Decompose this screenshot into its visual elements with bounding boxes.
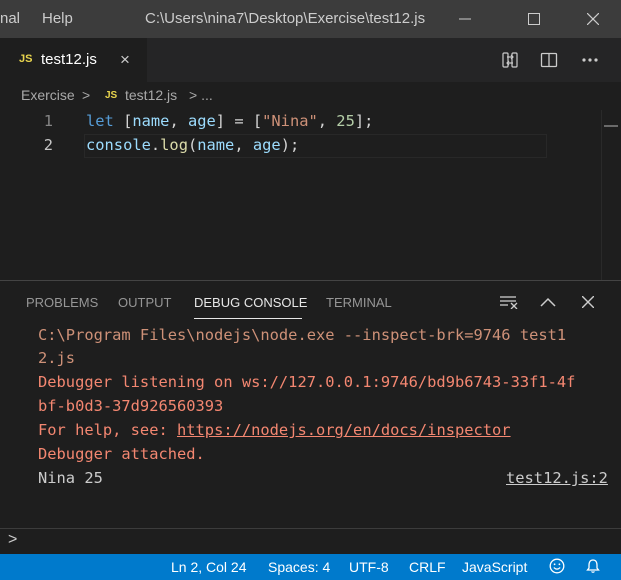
tab-debug-console[interactable]: DEBUG CONSOLE — [194, 295, 307, 310]
tab-close-icon[interactable]: × — [120, 50, 130, 70]
breadcrumb-folder[interactable]: Exercise — [21, 87, 75, 103]
more-actions-button[interactable] — [578, 48, 602, 72]
notifications-button[interactable] — [585, 558, 601, 577]
window-title: C:\Users\nina7\Desktop\Exercise\test12.j… — [145, 10, 426, 27]
split-editor-button[interactable] — [537, 48, 561, 72]
close-icon — [582, 296, 594, 308]
console-line: C:\Program Files\nodejs\node.exe --inspe… — [38, 326, 567, 344]
editor-tab-bar: JS test12.js × — [0, 38, 621, 82]
inspector-docs-link[interactable]: https://nodejs.org/en/docs/inspector — [177, 421, 511, 439]
end-of-line[interactable]: CRLF — [409, 559, 446, 575]
bell-icon — [586, 559, 600, 573]
console-line: Debugger listening on ws://127.0.0.1:974… — [38, 373, 576, 391]
code-text: let [name, age] = ["Nina", 25]; — [86, 112, 374, 130]
tab-output[interactable]: OUTPUT — [118, 295, 171, 310]
console-line: 2.js — [38, 349, 76, 367]
tab-terminal[interactable]: TERMINAL — [326, 295, 392, 310]
menu-item-help[interactable]: Help — [42, 10, 73, 27]
open-changes-button[interactable] — [498, 48, 522, 72]
clear-all-icon — [500, 296, 518, 309]
status-bar: Ln 2, Col 24 Spaces: 4 UTF-8 CRLF JavaSc… — [0, 554, 621, 580]
title-bar: nal Help C:\Users\nina7\Desktop\Exercise… — [0, 0, 621, 38]
close-panel-button[interactable] — [577, 291, 599, 313]
indentation-setting[interactable]: Spaces: 4 — [268, 559, 330, 575]
close-icon — [587, 13, 599, 25]
tab-problems[interactable]: PROBLEMS — [26, 295, 98, 310]
console-line: For help, see: https://nodejs.org/en/doc… — [38, 421, 511, 439]
console-line: Debugger attached. — [38, 445, 205, 463]
clear-console-button[interactable] — [498, 291, 520, 313]
javascript-file-icon: JS — [19, 53, 33, 65]
repl-prompt-icon: > — [8, 531, 18, 548]
maximize-button[interactable] — [511, 0, 557, 38]
split-editor-icon — [540, 52, 558, 68]
code-text: console.log(name, age); — [86, 136, 300, 154]
compare-changes-icon — [502, 52, 518, 68]
smiley-icon — [549, 558, 565, 574]
breadcrumb-symbols[interactable]: > ... — [189, 87, 213, 103]
ellipsis-icon — [582, 58, 598, 62]
breadcrumb-file[interactable]: test12.js — [125, 87, 177, 103]
breadcrumb: Exercise > JS test12.js > ... — [0, 82, 621, 110]
line-number: 2 — [43, 136, 53, 154]
chevron-right-icon: > — [82, 87, 91, 103]
language-mode[interactable]: JavaScript — [462, 559, 527, 575]
console-line: bf-b0d3-37d926560393 — [38, 397, 224, 415]
code-line: 1 let [name, age] = ["Nina", 25]; — [0, 110, 621, 134]
maximize-panel-button[interactable] — [537, 291, 559, 313]
javascript-file-icon: JS — [105, 90, 118, 101]
editor-tab-test12[interactable]: JS test12.js × — [0, 38, 147, 82]
chevron-up-icon — [540, 297, 556, 307]
line-number: 1 — [43, 112, 53, 130]
debug-console-input[interactable]: > — [0, 528, 621, 555]
menu-item-terminal[interactable]: nal — [0, 10, 20, 27]
source-location-link[interactable]: test12.js:2 — [506, 469, 608, 487]
minimize-icon — [459, 18, 471, 20]
feedback-button[interactable] — [549, 558, 565, 577]
tab-label: test12.js — [41, 51, 97, 68]
maximize-icon — [528, 13, 540, 25]
console-output-line: Nina 25 — [38, 469, 103, 487]
file-encoding[interactable]: UTF-8 — [349, 559, 389, 575]
code-editor[interactable]: 1 let [name, age] = ["Nina", 25]; 2 cons… — [0, 110, 621, 280]
cursor-position[interactable]: Ln 2, Col 24 — [171, 559, 247, 575]
code-line: 2 console.log(name, age); — [0, 134, 621, 158]
close-window-button[interactable] — [570, 0, 616, 38]
minimize-button[interactable] — [442, 0, 488, 38]
bottom-panel: PROBLEMS OUTPUT DEBUG CONSOLE TERMINAL C… — [0, 281, 621, 528]
active-tab-indicator — [194, 318, 302, 319]
